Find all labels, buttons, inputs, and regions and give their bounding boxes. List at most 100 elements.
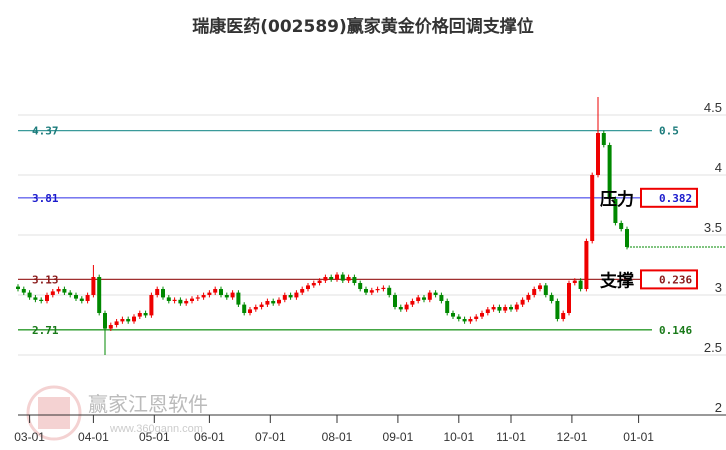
candle-body: [538, 285, 542, 289]
candle-body: [143, 313, 148, 316]
candle-body: [509, 307, 513, 310]
level-tag: 支撑: [600, 270, 634, 291]
candle-body: [16, 286, 20, 289]
candle-body: [219, 289, 223, 295]
candle-body: [526, 295, 531, 300]
candle-body: [195, 297, 200, 299]
candle-body: [132, 316, 136, 322]
x-tick-label: 12-01: [557, 430, 588, 444]
candle-body: [352, 277, 357, 283]
candle-body: [271, 301, 276, 304]
candle-body: [27, 292, 32, 298]
candle-body: [375, 289, 380, 291]
candle-body: [485, 309, 490, 313]
candle-body: [236, 292, 241, 305]
candle-body: [21, 289, 26, 293]
candle-body: [56, 289, 61, 292]
candle-body: [33, 297, 38, 300]
level-price-label: 3.81: [32, 192, 59, 205]
candle-body: [213, 289, 218, 293]
candle-body: [439, 295, 444, 301]
x-tick-label: 10-01: [443, 430, 474, 444]
candle-body: [317, 280, 322, 283]
candle-body: [91, 277, 96, 295]
candle-body: [480, 313, 484, 317]
candle-body: [393, 295, 397, 307]
x-tick-label: 07-01: [255, 430, 286, 444]
x-tick-label: 08-01: [322, 430, 353, 444]
candle-body: [433, 292, 438, 295]
candle-body: [601, 133, 606, 145]
candle-body: [416, 297, 421, 301]
candle-body: [445, 301, 450, 313]
candle-body: [474, 316, 479, 319]
candle-body: [561, 313, 566, 319]
candle-body: [625, 229, 629, 247]
candlestick-chart: 4.5 4 3.5 3 2.5 2 03-01 04-01 05-01 06-01 07-01 08-…: [14, 97, 726, 444]
x-tick-label: 06-01: [194, 430, 225, 444]
candle-body: [277, 299, 281, 304]
candle-body: [190, 298, 194, 301]
candle-body: [201, 295, 206, 298]
candle-body: [572, 280, 577, 283]
level-ratio-label: 0.146: [659, 324, 692, 337]
candle-body: [346, 277, 351, 281]
candle-body: [567, 283, 571, 313]
y-tick-label: 3: [715, 280, 722, 295]
candle-body: [514, 304, 519, 310]
candle-body: [68, 292, 73, 295]
candle-body: [149, 295, 154, 316]
y-tick-label: 2: [715, 400, 722, 415]
candle-body: [108, 325, 113, 329]
candle-body: [335, 274, 339, 280]
candle-body: [282, 295, 287, 300]
candle-body: [207, 292, 212, 295]
candle-body: [456, 316, 461, 319]
level-ratio-label: 0.382: [659, 192, 692, 205]
candle-body: [323, 277, 328, 281]
candle-body: [619, 223, 624, 229]
level-ratio-label: 0.236: [659, 273, 692, 286]
x-tick-label: 04-01: [78, 430, 109, 444]
candle-body: [578, 280, 583, 289]
candle-body: [543, 285, 548, 295]
candle-body: [427, 292, 432, 300]
level-price-label: 4.37: [32, 125, 59, 138]
candle-body: [462, 319, 467, 322]
candle-body: [596, 133, 600, 175]
y-tick-label: 4: [715, 160, 722, 175]
candle-body: [114, 321, 119, 325]
x-tick-label: 03-01: [14, 430, 45, 444]
candle-body: [340, 274, 345, 281]
y-tick-label: 2.5: [704, 340, 722, 355]
candle-body: [120, 319, 125, 322]
candle-body: [381, 287, 386, 289]
candle-body: [387, 287, 392, 295]
candle-body: [50, 291, 55, 295]
candle-body: [85, 295, 90, 301]
chart-container: 瑞康医药(002589)赢家黄金价格回调支撑位 赢家江恩软件 www.360ga…: [0, 0, 726, 450]
candle-body: [224, 295, 229, 298]
candle-body: [253, 307, 258, 310]
candle-body: [306, 285, 310, 289]
candle-body: [555, 301, 560, 319]
candle-body: [161, 289, 165, 298]
candle-body: [74, 295, 78, 299]
candle-body: [294, 292, 299, 298]
candle-body: [265, 301, 270, 305]
candle-body: [45, 295, 49, 301]
y-tick-label: 4.5: [704, 100, 722, 115]
candle-body: [520, 299, 525, 305]
candle-body: [311, 283, 316, 286]
candle-body: [172, 299, 177, 301]
x-tick-label: 11-01: [496, 430, 526, 444]
x-tick-label: 05-01: [139, 430, 170, 444]
candle-body: [410, 301, 415, 305]
candle-body: [288, 295, 293, 298]
candle-body: [230, 292, 235, 298]
candle-body: [491, 307, 496, 310]
candle-body: [532, 289, 537, 295]
candle-body: [242, 304, 247, 313]
candle-body: [468, 319, 473, 322]
candle-body: [166, 297, 171, 301]
